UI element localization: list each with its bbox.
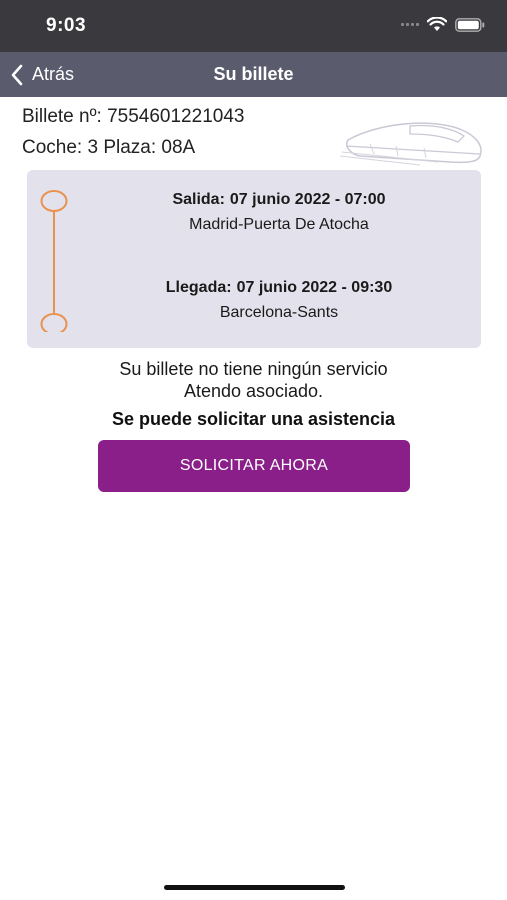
departure-station: Madrid-Puerta De Atocha [189,216,369,233]
signal-icon [401,23,419,26]
arrival-info: Llegada: 07 junio 2022 - 09:30 Barcelona… [87,279,471,322]
departure-info: Salida: 07 junio 2022 - 07:00 Madrid-Pue… [87,191,471,234]
departure-datetime: 07 junio 2022 - 07:00 [229,191,386,208]
home-indicator[interactable] [164,885,345,890]
departure-heading: Salida: 07 junio 2022 - 07:00 [87,191,471,209]
request-now-button[interactable]: SOLICITAR AHORA [98,440,410,492]
arrival-datetime: 07 junio 2022 - 09:30 [236,279,393,296]
service-message-line-1: Su billete no tiene ningún servicio [119,359,388,379]
status-time: 9:03 [46,15,87,36]
service-message: Su billete no tiene ningún servicio Aten… [40,358,467,402]
navigation-bar: Atrás Su billete [0,52,507,97]
route-line-icon [40,190,68,332]
arrival-label: Llegada: [165,279,232,296]
status-icons [401,17,485,32]
service-message-line-2: Atendo asociado. [183,381,324,401]
page-title: Su billete [213,64,294,84]
status-bar: 9:03 [0,0,507,52]
train-icon [340,122,482,166]
ticket-seat: Coche: 3 Plaza: 08A [22,137,196,158]
assistance-heading: Se puede solicitar una asistencia [111,409,396,429]
journey-card: Salida: 07 junio 2022 - 07:00 Madrid-Pue… [27,170,481,348]
ticket-number: Billete nº: 7554601221043 [22,106,245,127]
departure-label: Salida: [172,191,225,208]
arrival-heading: Llegada: 07 junio 2022 - 09:30 [87,279,471,297]
wifi-icon [427,17,447,31]
arrival-station: Barcelona-Sants [219,304,339,321]
battery-icon [455,17,485,32]
